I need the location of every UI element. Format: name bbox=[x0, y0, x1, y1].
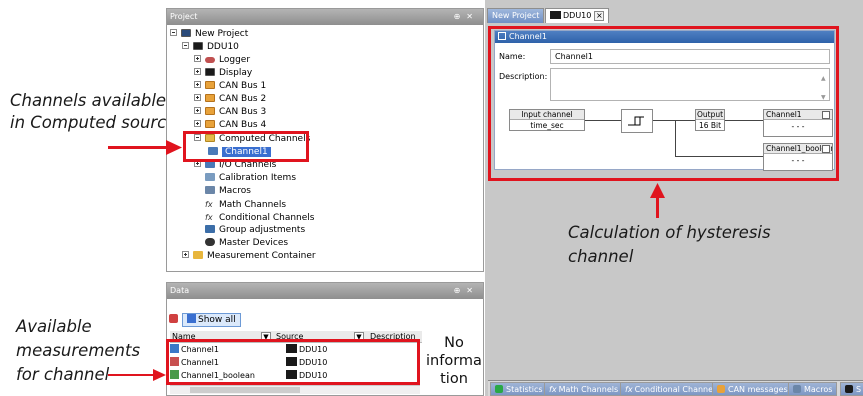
macro-icon bbox=[793, 385, 801, 393]
data-panel-title: Data bbox=[170, 286, 190, 295]
filter-icon[interactable] bbox=[169, 314, 178, 323]
pin-icon[interactable]: ⊕ bbox=[454, 12, 467, 21]
device-icon bbox=[845, 385, 853, 393]
annotation-channels-line2: in Computed sources bbox=[10, 113, 185, 132]
highlight-measurements bbox=[166, 339, 420, 385]
tree-item-can-bus-2[interactable]: CAN Bus 2 bbox=[194, 93, 266, 106]
can-icon bbox=[205, 120, 215, 128]
tree-item-measurement-container[interactable]: Measurement Container bbox=[182, 250, 316, 263]
tab-statistics[interactable]: Statistics bbox=[490, 382, 548, 396]
tab-s[interactable]: S bbox=[840, 382, 863, 396]
master-icon bbox=[205, 238, 215, 246]
arrow-line bbox=[656, 196, 659, 218]
tree-item-ddu10[interactable]: DDU10 bbox=[182, 41, 239, 54]
calibration-icon bbox=[205, 173, 215, 181]
annotation-hysteresis-line2: channel bbox=[568, 247, 634, 266]
fx-icon: fx bbox=[205, 200, 213, 209]
can-icon bbox=[717, 385, 725, 393]
close-tab-icon[interactable]: × bbox=[594, 11, 605, 21]
tree-item-can-bus-1[interactable]: CAN Bus 1 bbox=[194, 80, 266, 93]
macro-icon bbox=[205, 186, 215, 194]
container-icon bbox=[193, 251, 203, 259]
can-icon bbox=[205, 81, 215, 89]
fx-icon: fx bbox=[625, 385, 633, 394]
data-panel-title-bar: Data ⊕✕ bbox=[167, 283, 483, 299]
expand-icon[interactable] bbox=[182, 251, 189, 258]
tree-item-display[interactable]: Display bbox=[194, 67, 252, 80]
logger-icon bbox=[205, 57, 215, 63]
no-information-note: No informa tion bbox=[426, 335, 482, 387]
arrow-line bbox=[108, 146, 170, 149]
project-panel-title-bar: Project ⊕✕ bbox=[167, 9, 483, 25]
expand-icon[interactable] bbox=[194, 55, 201, 62]
bottom-tab-bar: Statistics fx Math Channels fx Conditional… bbox=[488, 380, 863, 396]
collapse-icon[interactable] bbox=[182, 42, 189, 49]
tree-item-can-bus-3[interactable]: CAN Bus 3 bbox=[194, 106, 266, 119]
collapse-icon[interactable] bbox=[170, 29, 177, 36]
project-icon bbox=[181, 29, 191, 37]
highlight-channel-editor bbox=[488, 26, 839, 181]
list-icon bbox=[187, 314, 196, 323]
highlight-computed-channels bbox=[183, 131, 309, 162]
horizontal-scrollbar[interactable] bbox=[170, 385, 420, 394]
can-icon bbox=[205, 94, 215, 102]
can-icon bbox=[205, 107, 215, 115]
arrow-head-icon bbox=[166, 140, 182, 155]
tree-item-group-adjustments[interactable]: Group adjustments bbox=[205, 224, 305, 237]
expand-icon[interactable] bbox=[194, 107, 201, 114]
annotation-hysteresis-line1: Calculation of hysteresis bbox=[568, 223, 771, 242]
fx-icon: fx bbox=[549, 385, 557, 394]
display-icon bbox=[205, 68, 215, 76]
data-panel-buttons: ⊕✕ bbox=[454, 283, 479, 299]
tree-item-macros[interactable]: Macros bbox=[205, 185, 251, 198]
project-panel-title: Project bbox=[170, 12, 198, 21]
group-icon bbox=[205, 225, 215, 233]
close-icon[interactable]: ✕ bbox=[466, 12, 479, 21]
tree-item-math-channels[interactable]: fx Math Channels bbox=[205, 198, 286, 211]
statistics-icon bbox=[495, 385, 503, 393]
expand-icon[interactable] bbox=[194, 81, 201, 88]
show-all-button[interactable]: Show all bbox=[182, 313, 241, 327]
expand-icon[interactable] bbox=[194, 94, 201, 101]
arrow-head-icon bbox=[153, 369, 166, 381]
tab-new-project[interactable]: New Project bbox=[487, 8, 545, 23]
tab-ddu10[interactable]: DDU10 × bbox=[545, 8, 610, 23]
close-icon[interactable]: ✕ bbox=[466, 286, 479, 295]
data-toolbar: Show all bbox=[169, 313, 241, 327]
scroll-thumb[interactable] bbox=[190, 387, 300, 393]
fx-icon: fx bbox=[205, 213, 213, 222]
tree-item-logger[interactable]: Logger bbox=[194, 54, 250, 67]
tab-can-messages[interactable]: CAN messages bbox=[712, 382, 793, 396]
expand-icon[interactable] bbox=[194, 120, 201, 127]
project-panel-buttons: ⊕✕ bbox=[454, 9, 479, 25]
device-icon bbox=[193, 42, 203, 50]
tab-macros[interactable]: Macros bbox=[788, 382, 838, 396]
arrow-line bbox=[108, 374, 156, 376]
annotation-channels-line1: Channels available bbox=[10, 91, 167, 110]
tree-item-new-project[interactable]: New Project bbox=[170, 28, 248, 41]
device-icon bbox=[550, 11, 561, 19]
tree-item-master-devices[interactable]: Master Devices bbox=[205, 237, 288, 250]
expand-icon[interactable] bbox=[194, 68, 201, 75]
annotation-measurements-line2: measurements bbox=[16, 341, 141, 360]
tree-item-calibration-items[interactable]: Calibration Items bbox=[205, 172, 296, 185]
tab-math-channels[interactable]: fx Math Channels bbox=[544, 382, 624, 396]
tab-conditional-channels[interactable]: fx Conditional Channels bbox=[620, 382, 725, 396]
arrow-head-icon bbox=[650, 183, 665, 198]
tree-item-conditional-channels[interactable]: fx Conditional Channels bbox=[205, 211, 314, 224]
annotation-measurements-line3: for channel bbox=[16, 365, 110, 384]
pin-icon[interactable]: ⊕ bbox=[454, 286, 467, 295]
annotation-measurements-line1: Available bbox=[16, 317, 92, 336]
